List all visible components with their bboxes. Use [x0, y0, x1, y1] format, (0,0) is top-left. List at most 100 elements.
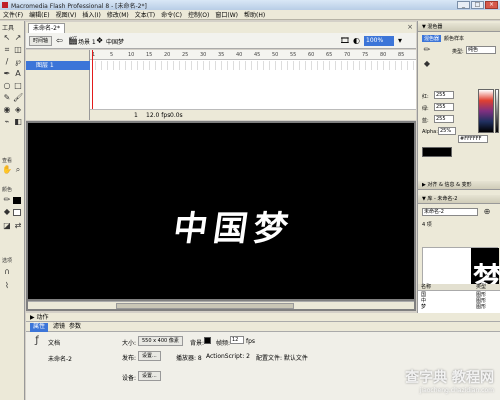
stroke-color-icon[interactable]: ✏ [2, 195, 12, 205]
timeline-toggle-button[interactable]: 时间轴 [29, 36, 53, 46]
tab-properties[interactable]: 属性 [30, 323, 49, 332]
free-transform-icon[interactable]: ⌗ [2, 45, 12, 55]
text-tool-icon[interactable]: A [13, 69, 23, 79]
subselect-tool-icon[interactable]: ↗ [13, 33, 23, 43]
document-tab[interactable]: 未命名-2* [28, 23, 65, 33]
frame-rate: 12.0 fps [146, 112, 171, 119]
menu-text[interactable]: 文本(T) [135, 10, 155, 19]
publish-label: 发布: [122, 355, 137, 362]
menu-view[interactable]: 视图(V) [56, 10, 77, 19]
device-settings-button[interactable]: 设置... [138, 371, 161, 381]
stroke-pencil-icon[interactable]: ✏ [422, 45, 432, 55]
zoom-select[interactable]: 100% [364, 36, 394, 46]
edit-symbol-icon[interactable]: ◐ [353, 37, 360, 45]
tab-color-swatches[interactable]: 颜色样本 [444, 35, 464, 42]
menu-file[interactable]: 文件(F) [3, 10, 23, 19]
default-colors-icon[interactable]: ◪ [2, 221, 12, 231]
eraser-icon[interactable]: ◧ [13, 117, 23, 127]
frame-ruler: 1 5 10 15 20 25 30 35 40 45 50 55 60 65 … [90, 50, 416, 60]
oval-tool-icon[interactable]: ○ [2, 81, 12, 91]
rectangle-tool-icon[interactable]: □ [13, 81, 23, 91]
fill-bucket-icon[interactable]: ◆ [422, 59, 432, 69]
menu-window[interactable]: 窗口(W) [215, 10, 238, 19]
pin-library-icon[interactable]: ⊕ [482, 207, 492, 217]
edit-scene-icon[interactable]: 🎞 [340, 37, 350, 45]
actions-panel-header[interactable]: ▶ 动作 [26, 313, 500, 322]
publish-settings-button[interactable]: 设置... [138, 351, 161, 361]
pen-tool-icon[interactable]: ✒ [2, 69, 12, 79]
paint-bucket-icon[interactable]: ◈ [13, 105, 23, 115]
background-color-swatch[interactable] [204, 337, 211, 344]
breadcrumb-symbol[interactable]: 中国梦 [106, 37, 124, 46]
menu-control[interactable]: 控制(O) [188, 10, 209, 19]
snap-magnet-icon[interactable]: ∩ [2, 267, 12, 277]
blue-input[interactable]: 255 [434, 115, 454, 123]
tab-color-mixer[interactable]: 混色器 [422, 35, 442, 42]
swap-colors-icon[interactable]: ⇄ [13, 221, 23, 231]
stage-area: 中国梦 [26, 121, 416, 311]
fill-type-select[interactable]: 纯色 [466, 46, 496, 54]
column-type[interactable]: 类型 [476, 284, 486, 291]
color-mixer-header[interactable]: ▼ 混色器 [418, 23, 500, 32]
ruler-tick: 25 [182, 52, 189, 58]
lasso-tool-icon[interactable]: ℘ [13, 57, 23, 67]
ruler-tick: 70 [344, 52, 351, 58]
selection-tool-icon[interactable]: ↖ [2, 33, 12, 43]
alpha-label: Alpha: [422, 129, 438, 135]
ruler-tick: 20 [164, 52, 171, 58]
red-input[interactable]: 255 [434, 91, 454, 99]
brightness-slider[interactable] [495, 89, 499, 133]
alpha-input[interactable]: 25% [438, 127, 456, 135]
background-label: 背景: [190, 340, 205, 347]
fill-color-swatch[interactable] [13, 209, 21, 216]
fill-color-icon[interactable]: ◆ [2, 207, 12, 217]
window-controls: _ □ × [457, 1, 498, 9]
stage-text-art[interactable]: 中国梦 [171, 201, 298, 250]
ink-bottle-icon[interactable]: ◉ [2, 105, 12, 115]
close-document-icon[interactable]: × [407, 23, 413, 31]
eyedropper-icon[interactable]: ⌁ [2, 117, 12, 127]
size-button[interactable]: 550 x 400 像素 [138, 336, 183, 346]
pencil-tool-icon[interactable]: ✎ [2, 93, 12, 103]
hex-input[interactable]: #FFFFFF [458, 135, 488, 143]
stage-canvas[interactable]: 中国梦 [28, 123, 414, 299]
minimize-button[interactable]: _ [457, 1, 470, 9]
smooth-icon[interactable]: ⌇ [2, 281, 12, 291]
horizontal-scrollbar[interactable] [28, 301, 414, 309]
column-name[interactable]: 名称 [421, 284, 431, 291]
menu-insert[interactable]: 插入(I) [82, 10, 100, 19]
stroke-color-swatch[interactable] [13, 197, 21, 204]
fill-transform-icon[interactable]: ◫ [13, 45, 23, 55]
zoom-dropdown-icon[interactable]: ▾ [398, 37, 402, 45]
ruler-tick: 85 [398, 52, 405, 58]
tab-parameters[interactable]: 参数 [66, 323, 84, 332]
back-arrow-icon[interactable]: ⇦ [56, 37, 63, 45]
menu-modify[interactable]: 修改(M) [107, 10, 129, 19]
maximize-button[interactable]: □ [471, 1, 484, 9]
player-version: 播放器: 8 [176, 355, 202, 362]
align-info-transform-header[interactable]: ▶ 对齐 & 信息 & 变形 [418, 181, 500, 190]
watermark-url: jiaocheng.chazidian.com [419, 387, 494, 394]
color-spectrum[interactable] [478, 89, 494, 133]
brush-tool-icon[interactable]: 🖌 [13, 93, 23, 103]
green-input[interactable]: 255 [434, 103, 454, 111]
layer-1-frames[interactable] [90, 61, 416, 70]
library-document-select[interactable]: 未命名-2 [422, 208, 478, 216]
line-tool-icon[interactable]: / [2, 57, 12, 67]
ruler-tick: 30 [200, 52, 207, 58]
menu-edit[interactable]: 编辑(E) [29, 10, 49, 19]
close-button[interactable]: × [485, 1, 498, 9]
breadcrumb-scene[interactable]: 场景 1 [78, 37, 96, 46]
document-tab-bar: 未命名-2* × [26, 22, 416, 33]
colors-section-label: 颜色 [2, 187, 13, 193]
menu-commands[interactable]: 命令(C) [161, 10, 182, 19]
menu-help[interactable]: 帮助(H) [244, 10, 265, 19]
list-item[interactable]: 梦 图形 [418, 304, 500, 310]
options-section-label: 选项 [2, 258, 13, 264]
layer-1-row[interactable]: 图层 1 [26, 61, 90, 70]
hand-tool-icon[interactable]: ✋ [2, 165, 12, 175]
fps-input[interactable]: 12 [230, 336, 244, 344]
scrollbar-thumb[interactable] [116, 303, 294, 309]
zoom-tool-icon[interactable]: ⌕ [13, 165, 23, 175]
library-header[interactable]: ▼ 库 - 未命名-2 [418, 195, 500, 204]
